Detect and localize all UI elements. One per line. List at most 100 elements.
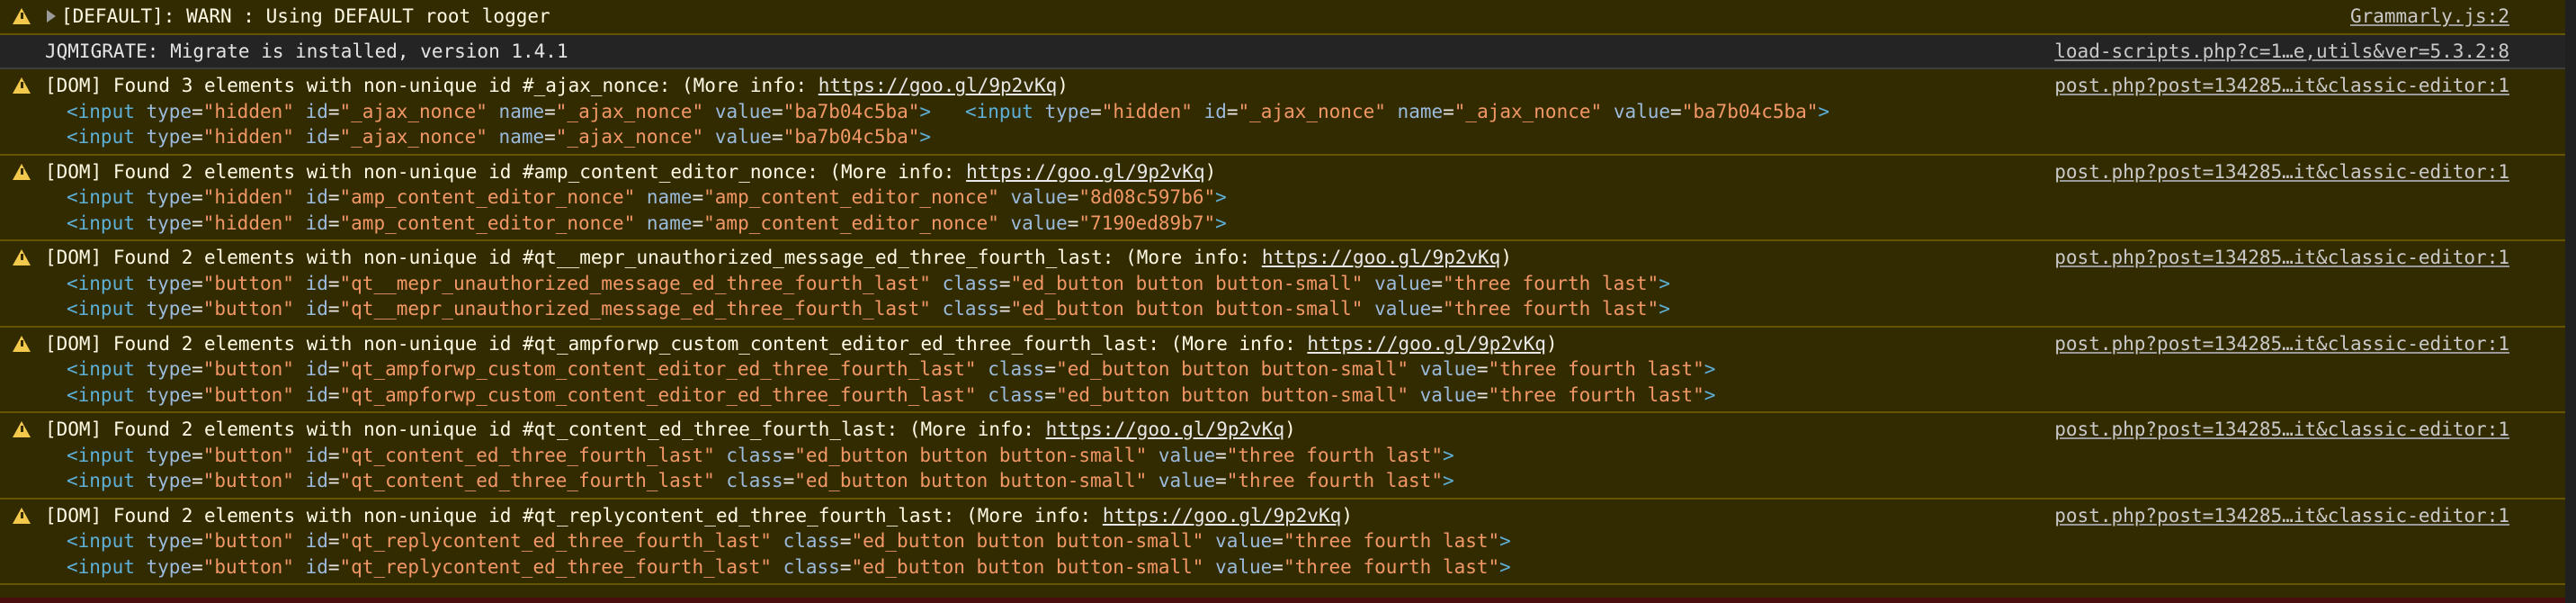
dom-element[interactable]: <input type="hidden" id="amp_content_edi… [67,186,1227,208]
element-line: <input type="button" id="qt__mepr_unauth… [67,296,1670,321]
attr-name: value [1215,555,1273,578]
warning-icon [13,249,31,266]
attr-value: "ed_button button button-small" [1056,383,1409,406]
attr-value: "button" [202,530,294,552]
attr-name: name [498,100,545,122]
message-text-end: ) [1500,247,1512,268]
attr-name: value [714,126,773,148]
attr-name: id [305,272,328,294]
dom-element[interactable]: <input type="button" id="qt__mepr_unauth… [67,298,1670,320]
message-label: [DOM] Found 3 elements with non-unique i… [45,75,818,96]
more-info-link[interactable]: https://goo.gl/9p2vKq [1262,247,1501,268]
dom-element[interactable]: <input type="hidden" id="_ajax_nonce" na… [965,101,1829,122]
attr-name: id [305,212,328,234]
attr-equals: = [692,186,704,208]
message-text-end: ) [1341,504,1353,526]
console-message-warn: [DOM] Found 2 elements with non-unique i… [0,499,2565,585]
attr-equals: = [327,530,340,552]
expand-triangle-icon[interactable] [47,10,56,22]
tag-close: > [1659,298,1670,320]
dom-element[interactable]: <input type="button" id="qt_content_ed_t… [67,445,1454,466]
attr-equals: = [192,470,203,491]
attr-equals: = [192,555,203,578]
attr-value: "qt_replycontent_ed_three_fourth_last" [339,555,772,578]
attr-name: value [1374,272,1432,294]
attr-equals: = [1067,186,1079,208]
message-text: [DOM] Found 2 elements with non-unique i… [45,159,1216,184]
attr-equals: = [1431,272,1443,294]
source-link[interactable]: post.php?post=134285…it&classic-editor:1 [2054,503,2509,528]
element-line: <input type="button" id="qt__mepr_unauth… [67,271,1670,296]
attr-equals: = [327,470,340,491]
source-link[interactable]: Grammarly.js:2 [2350,4,2509,29]
source-link[interactable]: post.php?post=134285…it&classic-editor:1 [2054,417,2509,442]
source-link[interactable]: post.php?post=134285…it&classic-editor:1 [2054,245,2509,270]
dom-element[interactable]: <input type="button" id="qt_replycontent… [67,556,1511,578]
more-info-link[interactable]: https://goo.gl/9p2vKq [818,75,1058,96]
message-label: JQMIGRATE: Migrate is installed, version… [45,40,568,62]
attr-name: value [1215,530,1273,552]
more-info-link[interactable]: https://goo.gl/9p2vKq [966,161,1205,183]
attr-equals: = [192,383,203,406]
attr-value: "_ajax_nonce" [1453,100,1603,122]
dom-element[interactable]: <input type="button" id="qt__mepr_unauth… [67,273,1670,294]
attr-name: id [305,358,328,380]
source-link[interactable]: post.php?post=134285…it&classic-editor:1 [2054,73,2509,98]
dom-element[interactable]: <input type="button" id="qt_ampforwp_cus… [67,358,1715,380]
attr-equals: = [544,126,556,148]
attr-equals: = [1044,383,1057,406]
console-bottom-edge [0,598,2565,603]
attr-name: type [146,186,192,208]
tag-open: <input [67,100,135,122]
dom-element[interactable]: <input type="button" id="qt_ampforwp_cus… [67,384,1715,406]
attr-equals: = [692,212,704,234]
attr-equals: = [192,186,203,208]
attr-equals: = [998,272,1011,294]
more-info-link[interactable]: https://goo.gl/9p2vKq [1307,333,1546,355]
tag-close: > [1442,444,1454,466]
attr-equals: = [998,298,1011,320]
attr-value: "button" [202,272,294,294]
attr-value: "ba7b04c5ba" [1681,100,1819,122]
attr-name: name [498,126,545,148]
console-message-warn: [DEFAULT]: WARN : Using DEFAULT root log… [0,0,2565,35]
attr-name: id [305,530,328,552]
element-line: <input type="hidden" id="amp_content_edi… [67,184,1227,210]
attr-equals: = [327,272,340,294]
console-message-warn: [DOM] Found 3 elements with non-unique i… [0,69,2565,156]
tag-close: > [919,126,932,148]
tag-close: > [1704,358,1716,380]
dom-element[interactable]: <input type="hidden" id="amp_content_edi… [67,212,1227,234]
dom-element[interactable]: <input type="button" id="qt_replycontent… [67,530,1511,552]
attr-equals: = [1226,100,1239,122]
attr-name: type [146,212,192,234]
warning-icon [13,77,31,94]
source-link[interactable]: load-scripts.php?c=1…e,utils&ver=5.3.2:8 [2054,39,2509,64]
attr-equals: = [1443,100,1454,122]
source-link[interactable]: post.php?post=134285…it&classic-editor:1 [2054,159,2509,184]
dom-element[interactable]: <input type="hidden" id="_ajax_nonce" na… [67,101,931,122]
attr-value: "amp_content_editor_nonce" [703,212,999,234]
dom-element[interactable]: <input type="button" id="qt_content_ed_t… [67,470,1454,491]
attr-value: "ba7b04c5ba" [783,126,920,148]
attr-equals: = [1090,100,1102,122]
dom-element[interactable]: <input type="hidden" id="_ajax_nonce" na… [67,126,931,148]
more-info-link[interactable]: https://goo.gl/9p2vKq [1046,418,1285,440]
attr-value: "hidden" [202,186,294,208]
attr-name: value [1010,186,1068,208]
attr-value: "ed_button button button-small" [1010,298,1364,320]
attr-equals: = [192,212,203,234]
tag-open: <input [67,470,135,491]
console-scrollbar[interactable] [2565,0,2576,603]
element-line: <input type="button" id="qt_content_ed_t… [67,443,1454,468]
warning-icon [13,421,31,437]
attr-name: value [1158,470,1216,491]
more-info-link[interactable]: https://goo.gl/9p2vKq [1103,505,1342,526]
attr-name: type [146,100,192,122]
source-link[interactable]: post.php?post=134285…it&classic-editor:1 [2054,331,2509,356]
message-text-end: ) [1204,160,1217,183]
attr-name: value [1419,358,1477,380]
warning-icon [13,507,31,524]
attr-name: value [1419,383,1477,406]
attr-equals: = [192,298,203,320]
